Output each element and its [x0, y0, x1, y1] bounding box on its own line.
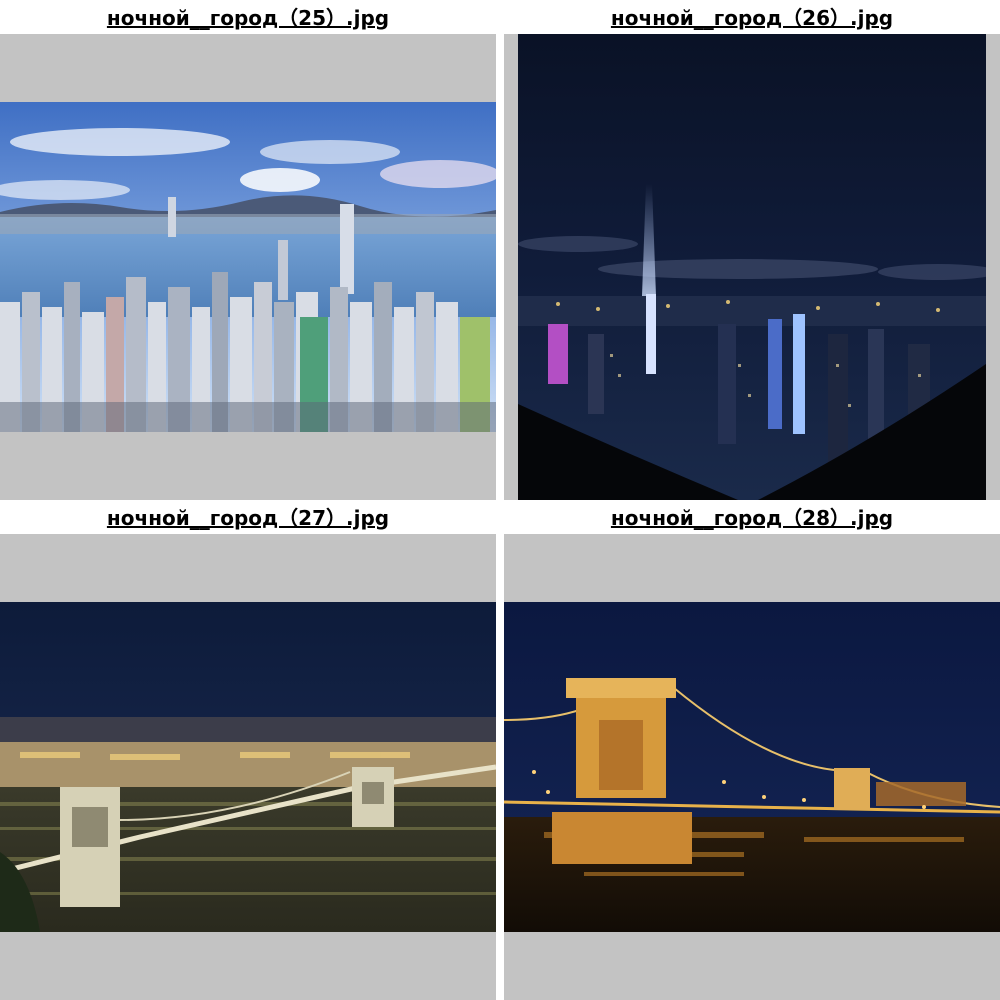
thumbnail-item[interactable]: ночной__город（27）.jpg	[0, 500, 496, 1000]
thumbnail-item[interactable]: ночной__город（25）.jpg	[0, 0, 496, 500]
thumbnail-filename[interactable]: ночной__город（26）.jpg	[504, 0, 1000, 34]
thumbnail-image[interactable]	[518, 34, 986, 500]
thumbnail-grid: ночной__город（25）.jpg ночной__город（26）.…	[0, 0, 1000, 1000]
thumbnail-filename[interactable]: ночной__город（27）.jpg	[0, 500, 496, 534]
thumbnail-frame[interactable]	[504, 34, 1000, 500]
thumbnail-frame[interactable]	[504, 534, 1000, 1000]
thumbnail-image[interactable]	[504, 602, 1000, 932]
thumbnail-item[interactable]: ночной__город（26）.jpg	[504, 0, 1000, 500]
thumbnail-filename[interactable]: ночной__город（28）.jpg	[504, 500, 1000, 534]
thumbnail-image[interactable]	[0, 102, 496, 432]
thumbnail-image[interactable]	[0, 602, 496, 932]
thumbnail-filename[interactable]: ночной__город（25）.jpg	[0, 0, 496, 34]
thumbnail-item[interactable]: ночной__город（28）.jpg	[504, 500, 1000, 1000]
thumbnail-frame[interactable]	[0, 534, 496, 1000]
thumbnail-frame[interactable]	[0, 34, 496, 500]
